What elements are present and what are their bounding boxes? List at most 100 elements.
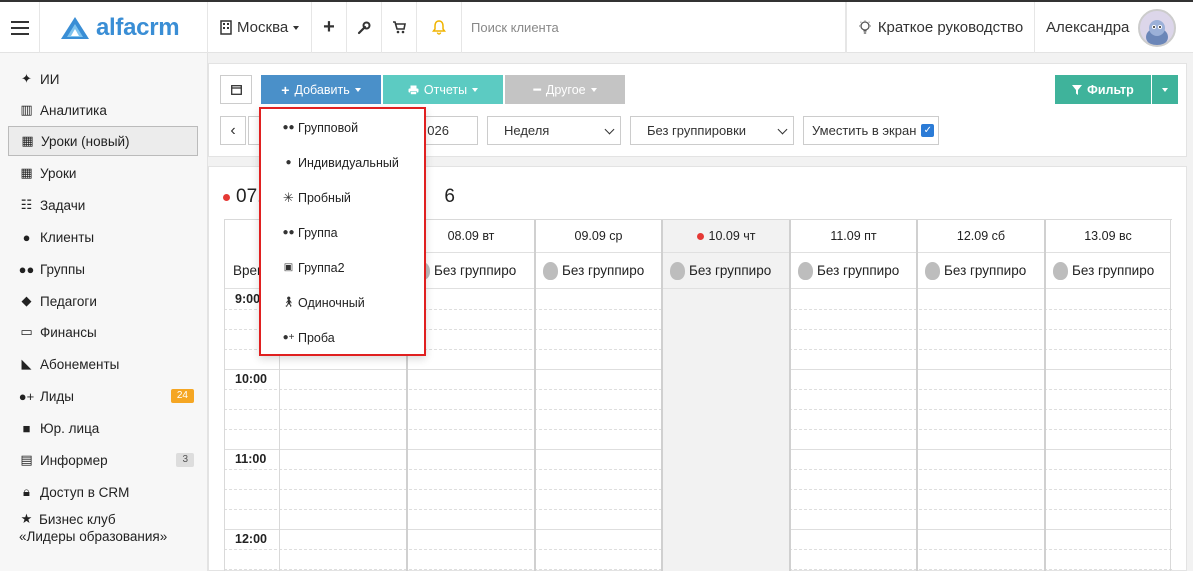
sidebar-item-groups[interactable]: ●● Группы [8,254,198,284]
day-column[interactable]: 12.09 сб Без группиро [916,220,1044,571]
sidebar-item-label: Бизнес клуб [39,511,116,527]
sidebar-item-clients[interactable]: ● Клиенты [8,222,198,252]
add-button[interactable]: + Добавить [261,75,381,104]
calendar-icon [230,84,242,95]
walking-icon: 🚶︎ [282,297,295,308]
sidebar-item-teachers[interactable]: ◆ Педагоги [8,286,198,316]
chevron-down-icon [293,25,300,30]
user-icon: ● [22,229,31,245]
sidebar-item-ai[interactable]: ✦ ИИ [8,64,198,94]
grouping-select[interactable]: Без группировки [630,116,794,145]
star-icon: ★ [20,511,33,526]
day-column[interactable]: 13.09 вс Без группиро [1044,220,1171,571]
day-column[interactable]: 09.09 ср Без группиро [534,220,661,571]
user-menu[interactable]: Александра [1035,2,1193,53]
sidebar-item-label: Информер [40,452,108,468]
sidebar-item-leads[interactable]: ●+ Лиды 24 [8,381,198,411]
menu-item-label: Группа2 [298,260,345,275]
notifications-button[interactable] [417,2,462,53]
sidebar-item-label: Задачи [40,197,86,213]
sidebar-item-legal-entities[interactable]: ■ Юр. лица [8,413,198,443]
menu-item-single[interactable]: 🚶︎ Одиночный [261,285,424,320]
menu-item-individual-lesson[interactable]: ● Индивидуальный [261,145,424,180]
day-header: 09.09 ср [536,220,661,253]
menu-item-trial-lesson[interactable]: ✳ Пробный [261,180,424,215]
lightbulb-icon [858,20,871,34]
day-column[interactable]: 11.09 пт Без группиро [789,220,916,571]
sidebar-item-finance[interactable]: ▭ Финансы [8,317,198,347]
sidebar-item-tasks[interactable]: ☷ Задачи [8,190,198,220]
sidebar-item-label: Юр. лица [40,420,100,436]
tools-button[interactable] [347,2,382,53]
avatar-placeholder-icon [798,261,813,280]
day-label: 13.09 вс [1084,229,1132,243]
menu-item-label: Проба [298,330,335,345]
filter-dropdown-toggle[interactable] [1152,75,1178,104]
group-label: Без группиро [944,263,1027,278]
logo[interactable]: alfacrm [40,2,208,53]
sidebar-item-informer[interactable]: ▤ Информер 3 [8,445,198,475]
group-header: Без группиро [536,253,661,289]
previous-period-button[interactable]: ‹ [220,116,246,145]
sidebar-item-subscriptions[interactable]: ◣ Абонементы [8,349,198,379]
fit-to-screen-toggle[interactable]: Уместить в экран ✓ [803,116,939,145]
filter-button[interactable]: Фильтр [1055,75,1151,104]
menu-item-trial[interactable]: ●+ Проба [261,320,424,355]
menu-item-label: Пробный [298,190,351,205]
calendar-toggle-button[interactable] [220,75,252,104]
building-icon [220,20,232,35]
sidebar-item-business-club[interactable]: ★ Бизнес клуб «Лидеры образования» [8,509,198,553]
fit-to-screen-checkbox[interactable]: ✓ [921,124,935,137]
hamburger-icon [10,20,29,35]
chevron-down-icon [590,87,597,92]
sidebar-item-crm-access[interactable]: 🔒︎ Доступ в CRM [8,477,198,507]
other-button[interactable]: ━ Другое [505,75,625,104]
group-header: Без группиро [918,253,1044,289]
avatar-placeholder-icon [543,261,558,280]
leads-count-badge: 24 [170,389,194,403]
reports-button-label: Отчеты [423,82,468,97]
other-button-label: Другое [545,82,586,97]
current-dot-icon [223,193,230,201]
day-label: 11.09 пт [830,229,877,243]
search-placeholder: Поиск клиента [471,20,559,35]
time-label: 9:00 [235,292,261,306]
period-select[interactable]: Неделя [487,116,621,145]
users-icon: ●● [18,261,35,277]
menu-item-group2[interactable]: ▣ Группа2 [261,250,424,285]
top-bar: alfacrm Москва + Поиск клиента Краткое р… [0,0,1193,53]
group-header: Без группиро [1046,253,1170,289]
group-header: Без группиро [791,253,916,289]
menu-item-group-lesson[interactable]: ●● Групповой [261,110,424,145]
sidebar-item-lessons-new[interactable]: ▦ Уроки (новый) [8,126,198,156]
logo-text: alfacrm [96,13,180,41]
sidebar-item-label: Клиенты [40,229,95,245]
avatar-placeholder-icon [925,261,940,280]
sidebar-item-analytics[interactable]: ▥ Аналитика [8,95,198,125]
quick-guide-label: Краткое руководство [877,19,1024,36]
day-label: 09.09 ср [574,229,623,243]
day-column-today[interactable]: 10.09 чт Без группиро [661,220,789,571]
city-selector[interactable]: Москва [208,2,312,53]
users-icon: ●● [282,122,295,133]
money-icon: ▭ [20,324,33,339]
day-label: 12.09 сб [956,229,1006,243]
reports-button[interactable]: Отчеты [383,75,503,104]
group-label: Без группиро [689,263,772,278]
add-quick-button[interactable]: + [312,2,347,53]
client-search-input[interactable]: Поиск клиента [462,2,846,53]
sidebar-item-label: Доступ в CRM [40,484,130,500]
filter-button-label: Фильтр [1087,82,1134,97]
day-header: 12.09 сб [918,220,1044,253]
menu-item-label: Групповой [298,120,359,135]
cart-button[interactable] [382,2,417,53]
bell-icon [432,20,446,35]
day-header: 10.09 чт [663,220,789,253]
quick-guide-button[interactable]: Краткое руководство [846,2,1035,53]
avatar[interactable] [1138,8,1177,47]
menu-item-group[interactable]: ●● Группа [261,215,424,250]
plus-icon: + [281,81,290,98]
group-label: Без группиро [434,263,517,278]
hamburger-menu-button[interactable] [0,2,40,53]
sidebar-item-lessons[interactable]: ▦ Уроки [8,158,198,188]
